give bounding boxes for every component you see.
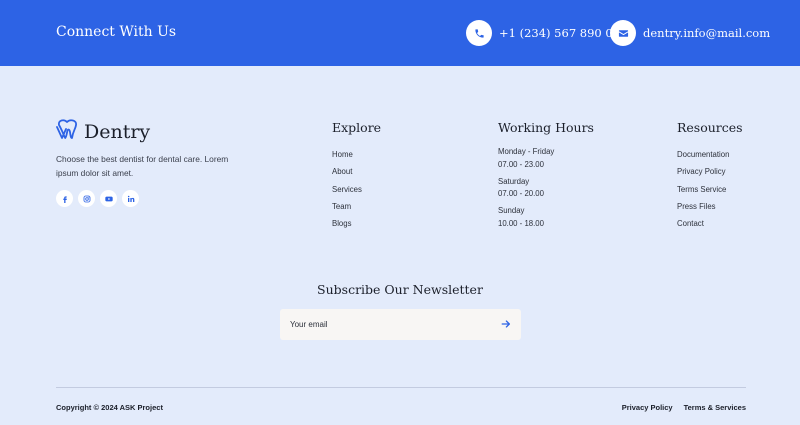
hours-time: 07.00 - 23.00	[498, 159, 544, 169]
newsletter-form	[280, 309, 521, 340]
hours-block-sunday: Sunday 10.00 - 18.00	[498, 205, 594, 230]
explore-link-blogs[interactable]: Blogs	[332, 215, 381, 232]
resources-link-documentation[interactable]: Documentation	[677, 146, 743, 163]
newsletter-email-input[interactable]	[290, 317, 490, 332]
connect-title: Connect With Us	[56, 24, 177, 40]
phone-number: +1 (234) 567 890 00	[499, 26, 621, 40]
brand-name: Dentry	[84, 120, 151, 143]
brand[interactable]: Dentry	[56, 118, 150, 145]
resources-link-terms-service[interactable]: Terms Service	[677, 181, 743, 198]
instagram-icon[interactable]	[78, 190, 95, 207]
hours-time: 10.00 - 18.00	[498, 218, 544, 228]
working-hours-column: Working Hours Monday - Friday 07.00 - 23…	[498, 120, 594, 235]
hours-day: Sunday	[498, 206, 525, 215]
tooth-logo-icon	[56, 118, 80, 145]
hours-day: Monday - Friday	[498, 147, 555, 156]
explore-link-team[interactable]: Team	[332, 198, 381, 215]
email-contact[interactable]: dentry.info@mail.com	[610, 20, 770, 46]
explore-link-services[interactable]: Services	[332, 181, 381, 198]
terms-services-link[interactable]: Terms & Services	[684, 403, 746, 412]
email-address: dentry.info@mail.com	[643, 26, 771, 40]
working-hours-title: Working Hours	[498, 120, 594, 135]
linkedin-icon[interactable]	[122, 190, 139, 207]
explore-link-home[interactable]: Home	[332, 146, 381, 163]
copyright: Copyright © 2024 ASK Project	[56, 403, 163, 412]
legal-links: Privacy Policy Terms & Services	[622, 403, 746, 412]
youtube-icon[interactable]	[100, 190, 117, 207]
connect-bar: Connect With Us +1 (234) 567 890 00 dent…	[0, 0, 800, 66]
footer-divider	[56, 387, 746, 388]
hours-block-saturday: Saturday 07.00 - 20.00	[498, 176, 594, 201]
newsletter-title: Subscribe Our Newsletter	[317, 282, 483, 297]
phone-contact[interactable]: +1 (234) 567 890 00	[466, 20, 620, 46]
resources-link-contact[interactable]: Contact	[677, 215, 743, 232]
facebook-icon[interactable]	[56, 190, 73, 207]
hours-time: 07.00 - 20.00	[498, 189, 544, 198]
privacy-policy-link[interactable]: Privacy Policy	[622, 403, 673, 412]
social-links	[56, 190, 139, 207]
resources-link-press-files[interactable]: Press Files	[677, 198, 743, 215]
resources-link-privacy-policy[interactable]: Privacy Policy	[677, 163, 743, 180]
resources-title: Resources	[677, 120, 743, 135]
brand-description: Choose the best dentist for dental care.…	[56, 154, 229, 178]
explore-column: Explore Home About Services Team Blogs	[332, 120, 381, 232]
arrow-right-icon[interactable]	[499, 317, 513, 331]
hours-day: Saturday	[498, 176, 530, 186]
envelope-icon	[610, 20, 636, 46]
resources-column: Resources Documentation Privacy Policy T…	[677, 120, 743, 232]
hours-block-weekdays: Monday - Friday 07.00 - 23.00	[498, 146, 594, 171]
explore-title: Explore	[332, 120, 382, 135]
phone-icon	[466, 20, 492, 46]
explore-link-about[interactable]: About	[332, 163, 381, 180]
